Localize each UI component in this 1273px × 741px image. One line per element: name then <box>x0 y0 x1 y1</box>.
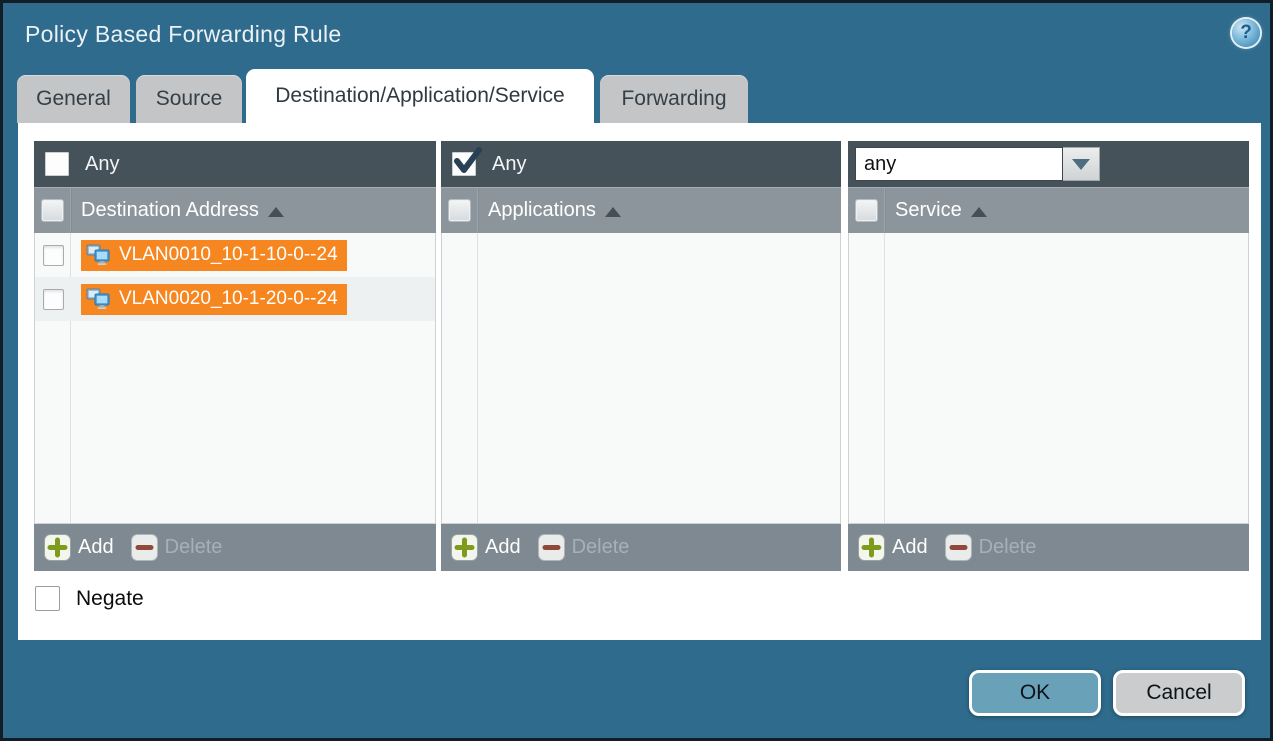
table-row: VLAN0010_10-1-10-0--24 <box>35 233 435 277</box>
applications-any-bar: Any <box>441 141 841 187</box>
negate-row: Negate <box>35 586 144 611</box>
cancel-button-label: Cancel <box>1146 681 1211 705</box>
add-button-label[interactable]: Add <box>485 536 521 559</box>
sort-ascending-icon <box>268 207 284 217</box>
tab-destination-application-service[interactable]: Destination/Application/Service <box>246 69 594 123</box>
network-address-icon <box>86 244 112 266</box>
list-checkbox-divider <box>477 233 478 523</box>
applications-list <box>441 233 841 524</box>
tab-content-panel: Any Destination Address <box>18 123 1261 640</box>
help-icon-glyph: ? <box>1240 22 1252 44</box>
add-icon[interactable] <box>451 534 478 561</box>
tab-general-label: General <box>36 87 111 111</box>
add-icon[interactable] <box>858 534 885 561</box>
help-icon[interactable]: ? <box>1232 19 1260 47</box>
service-column: Service Add Delete <box>848 141 1249 571</box>
add-icon[interactable] <box>44 534 71 561</box>
destination-row-2-item[interactable]: VLAN0020_10-1-20-0--24 <box>81 284 347 315</box>
destination-address-header[interactable]: Destination Address <box>34 187 436 233</box>
service-dropdown-button[interactable] <box>1063 147 1100 181</box>
service-dropdown <box>855 147 1100 181</box>
applications-column: Any Applications Add <box>441 141 841 571</box>
destination-address-column: Any Destination Address <box>34 141 436 571</box>
service-dropdown-bar <box>848 141 1249 187</box>
tab-destination-application-service-label: Destination/Application/Service <box>275 84 565 108</box>
destination-row-1-checkbox[interactable] <box>43 245 64 266</box>
cancel-button[interactable]: Cancel <box>1113 670 1245 716</box>
destination-select-all-checkbox[interactable] <box>42 200 63 221</box>
negate-label: Negate <box>76 587 144 611</box>
table-row: VLAN0020_10-1-20-0--24 <box>35 277 435 321</box>
destination-footer-toolbar: Add Delete <box>34 524 436 571</box>
delete-button-label[interactable]: Delete <box>165 536 223 559</box>
applications-header-checkbox-cell <box>441 188 478 233</box>
destination-header-checkbox-cell <box>34 188 71 233</box>
destination-row-2-label: VLAN0020_10-1-20-0--24 <box>119 288 338 310</box>
tab-source-label: Source <box>156 87 223 111</box>
service-footer-toolbar: Add Delete <box>848 524 1249 571</box>
destination-any-checkbox[interactable] <box>45 152 69 176</box>
ok-button[interactable]: OK <box>969 670 1101 716</box>
destination-row-2-checkbox[interactable] <box>43 289 64 310</box>
service-list <box>848 233 1249 524</box>
pbf-rule-dialog: Policy Based Forwarding Rule ? General S… <box>0 0 1273 741</box>
applications-footer-toolbar: Add Delete <box>441 524 841 571</box>
dialog-title: Policy Based Forwarding Rule <box>25 21 342 48</box>
checkmark-icon <box>452 146 482 176</box>
ok-button-label: OK <box>1020 681 1050 705</box>
add-button-label[interactable]: Add <box>78 536 114 559</box>
tab-forwarding-label: Forwarding <box>621 87 726 111</box>
tab-general[interactable]: General <box>17 75 130 123</box>
delete-icon[interactable] <box>538 534 565 561</box>
tab-source[interactable]: Source <box>136 75 242 123</box>
add-button-label[interactable]: Add <box>892 536 928 559</box>
list-checkbox-divider <box>884 233 885 523</box>
destination-row-1-label: VLAN0010_10-1-10-0--24 <box>119 244 338 266</box>
tab-forwarding[interactable]: Forwarding <box>600 75 748 123</box>
service-header[interactable]: Service <box>848 187 1249 233</box>
service-select-all-checkbox[interactable] <box>856 200 877 221</box>
sort-ascending-icon <box>605 207 621 217</box>
chevron-down-icon <box>1072 159 1090 170</box>
service-header-label: Service <box>895 199 962 222</box>
delete-button-label[interactable]: Delete <box>572 536 630 559</box>
destination-any-label: Any <box>85 153 119 176</box>
destination-address-list: VLAN0010_10-1-10-0--24 <box>34 233 436 524</box>
applications-header-label: Applications <box>488 199 596 222</box>
sort-ascending-icon <box>971 207 987 217</box>
service-dropdown-input[interactable] <box>855 147 1063 181</box>
delete-icon[interactable] <box>945 534 972 561</box>
applications-select-all-checkbox[interactable] <box>449 200 470 221</box>
destination-any-bar: Any <box>34 141 436 187</box>
service-header-checkbox-cell <box>848 188 885 233</box>
delete-icon[interactable] <box>131 534 158 561</box>
delete-button-label[interactable]: Delete <box>979 536 1037 559</box>
negate-checkbox[interactable] <box>35 586 60 611</box>
applications-any-label: Any <box>492 153 526 176</box>
destination-address-header-label: Destination Address <box>81 199 259 222</box>
applications-any-checkbox[interactable] <box>452 152 476 176</box>
destination-row-1-item[interactable]: VLAN0010_10-1-10-0--24 <box>81 240 347 271</box>
applications-header[interactable]: Applications <box>441 187 841 233</box>
network-address-icon <box>86 288 112 310</box>
